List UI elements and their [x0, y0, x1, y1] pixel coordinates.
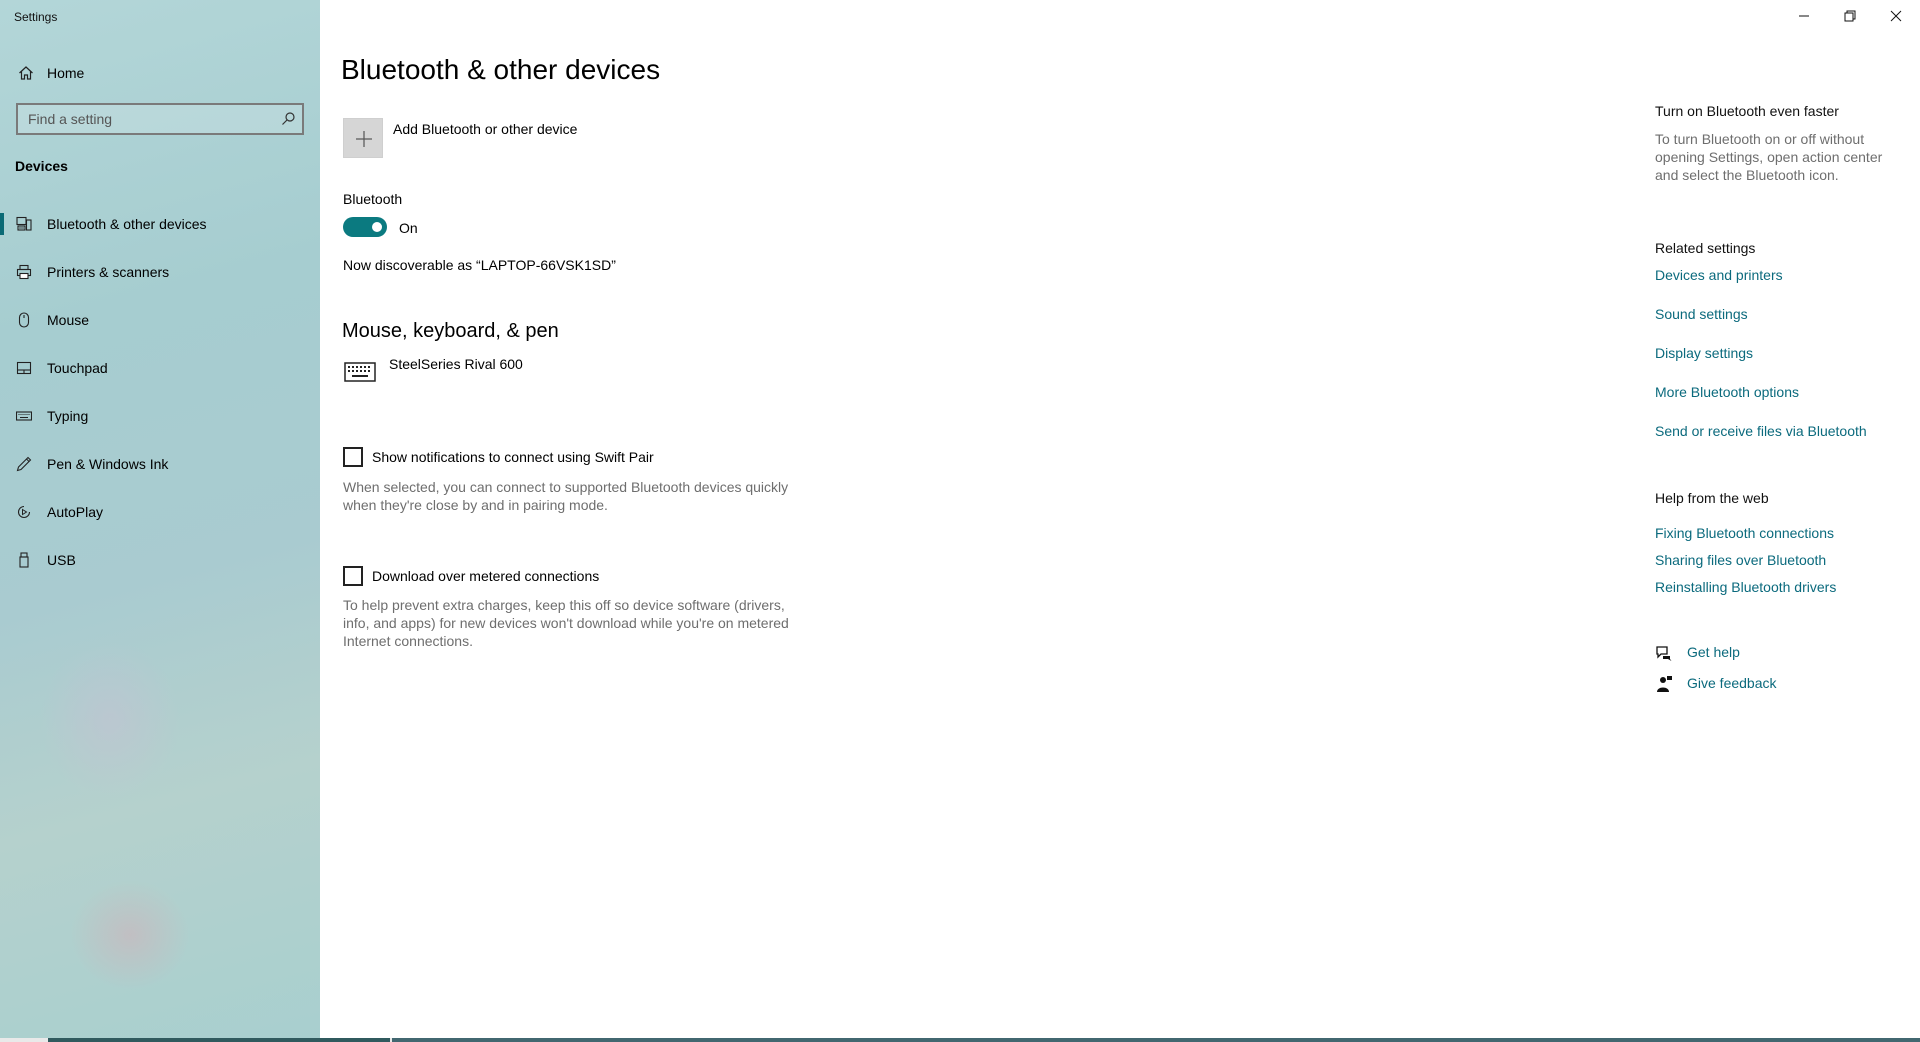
sidebar-item-printers[interactable]: Printers & scanners: [0, 252, 320, 292]
metered-checkbox[interactable]: [343, 566, 363, 586]
feedback-person-icon: [1657, 676, 1672, 692]
sidebar-item-label: AutoPlay: [47, 504, 104, 520]
mouse-keyboard-pen-heading: Mouse, keyboard, & pen: [342, 320, 559, 342]
sidebar-item-label: Typing: [47, 408, 89, 424]
home-nav-item[interactable]: Home: [0, 60, 320, 86]
taskbar-edge: [0, 1038, 1920, 1042]
toggle-knob: [372, 222, 382, 232]
bluetooth-state-text: On: [399, 220, 418, 236]
keyboard-icon[interactable]: [344, 361, 376, 383]
home-icon: [19, 66, 33, 80]
device-name[interactable]: SteelSeries Rival 600: [389, 356, 523, 372]
link-display-settings[interactable]: Display settings: [1655, 345, 1753, 361]
restore-icon: [1844, 10, 1856, 22]
autoplay-icon: [17, 505, 31, 519]
tip-text: To turn Bluetooth on or off without open…: [1655, 131, 1883, 183]
sidebar-item-usb[interactable]: USB: [0, 540, 320, 580]
sidebar-item-label: Bluetooth & other devices: [47, 216, 207, 232]
sidebar-item-label: Mouse: [47, 312, 90, 328]
sidebar-item-touchpad[interactable]: Touchpad: [0, 348, 320, 388]
home-label: Home: [47, 65, 85, 81]
sidebar-item-typing[interactable]: Typing: [0, 396, 320, 436]
sidebar-item-label: USB: [47, 552, 76, 568]
sidebar-item-label: Pen & Windows Ink: [47, 456, 169, 472]
swift-pair-checkbox[interactable]: [343, 447, 363, 467]
taskbar-accent: [392, 1038, 1920, 1042]
app-title: Settings: [14, 10, 58, 24]
sidebar-item-label: Printers & scanners: [47, 264, 170, 280]
sidebar-item-bluetooth[interactable]: Bluetooth & other devices: [0, 204, 320, 244]
search-input[interactable]: [18, 105, 302, 133]
metered-label[interactable]: Download over metered connections: [372, 568, 599, 584]
link-sharing-files[interactable]: Sharing files over Bluetooth: [1655, 552, 1826, 568]
link-send-receive-files[interactable]: Send or receive files via Bluetooth: [1655, 423, 1867, 439]
metered-description: To help prevent extra charges, keep this…: [343, 597, 789, 649]
sidebar-item-autoplay[interactable]: AutoPlay: [0, 492, 320, 532]
close-button[interactable]: [1873, 0, 1919, 32]
bluetooth-label: Bluetooth: [343, 191, 403, 207]
plus-icon: [356, 131, 372, 147]
discoverable-text: Now discoverable as “LAPTOP-66VSK1SD”: [343, 257, 616, 273]
help-from-web-heading: Help from the web: [1655, 490, 1769, 506]
sidebar-item-label: Touchpad: [47, 360, 108, 376]
touchpad-icon: [16, 361, 32, 375]
selection-indicator: [0, 213, 4, 235]
give-feedback-label[interactable]: Give feedback: [1687, 675, 1777, 691]
sidebar: Settings Home Devices Bluetooth & other …: [0, 0, 320, 1042]
tip-title: Turn on Bluetooth even faster: [1655, 103, 1839, 119]
get-help-label[interactable]: Get help: [1687, 644, 1740, 660]
link-sound-settings[interactable]: Sound settings: [1655, 306, 1748, 322]
link-devices-and-printers[interactable]: Devices and printers: [1655, 267, 1783, 283]
page-title: Bluetooth & other devices: [341, 54, 661, 85]
section-label: Devices: [15, 158, 68, 174]
minimize-icon: [1799, 15, 1809, 17]
close-icon: [1890, 10, 1902, 22]
sidebar-item-mouse[interactable]: Mouse: [0, 300, 320, 340]
printer-icon: [16, 264, 32, 280]
sidebar-background-blur: [40, 640, 180, 800]
swift-pair-description: When selected, you can connect to suppor…: [343, 479, 789, 513]
search-icon[interactable]: [280, 111, 296, 127]
sidebar-item-pen[interactable]: Pen & Windows Ink: [0, 444, 320, 484]
link-fixing-bluetooth[interactable]: Fixing Bluetooth connections: [1655, 525, 1834, 541]
keyboard-icon: [16, 411, 32, 421]
bluetooth-toggle[interactable]: [343, 217, 387, 237]
bluetooth-devices-icon: [16, 216, 32, 231]
link-reinstalling-drivers[interactable]: Reinstalling Bluetooth drivers: [1655, 579, 1836, 595]
taskbar-accent: [48, 1038, 390, 1042]
related-settings-heading: Related settings: [1655, 240, 1756, 256]
mouse-icon: [18, 312, 30, 328]
restore-button[interactable]: [1827, 0, 1873, 32]
add-device-label[interactable]: Add Bluetooth or other device: [393, 121, 577, 137]
sidebar-background-blur: [70, 880, 190, 990]
minimize-button[interactable]: [1781, 0, 1827, 32]
pen-icon: [16, 456, 32, 472]
usb-icon: [19, 552, 29, 568]
add-device-button[interactable]: [343, 118, 383, 158]
swift-pair-label[interactable]: Show notifications to connect using Swif…: [372, 449, 654, 465]
link-more-bluetooth-options[interactable]: More Bluetooth options: [1655, 384, 1799, 400]
chat-help-icon: [1656, 646, 1672, 661]
search-box[interactable]: [16, 103, 304, 135]
